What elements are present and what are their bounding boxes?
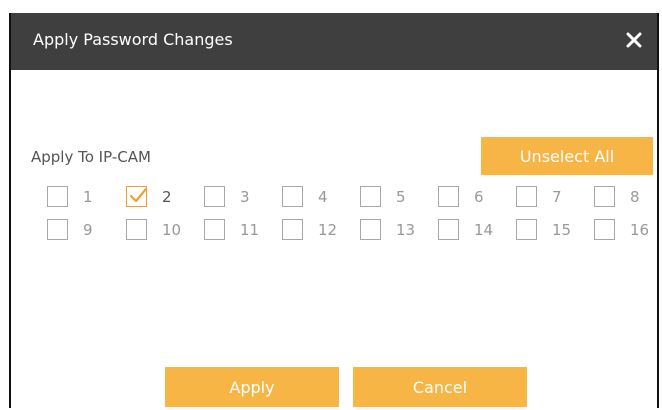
camera-number: 7 — [552, 187, 562, 206]
checkmark-icon — [129, 187, 148, 203]
camera-checkbox-1[interactable]: 1 — [47, 186, 93, 207]
checkbox[interactable] — [126, 219, 147, 240]
apply-password-dialog: Apply Password Changes Apply To IP-CAM U… — [9, 13, 659, 408]
checkbox[interactable] — [360, 186, 381, 207]
checkbox-checked[interactable] — [126, 186, 148, 207]
camera-checkbox-15[interactable]: 15 — [516, 219, 571, 240]
camera-checkbox-8[interactable]: 8 — [594, 186, 640, 207]
camera-checkbox-11[interactable]: 11 — [204, 219, 259, 240]
camera-number: 10 — [162, 220, 182, 239]
camera-number: 4 — [318, 187, 328, 206]
camera-number: 11 — [240, 220, 260, 239]
camera-checkbox-4[interactable]: 4 — [282, 186, 328, 207]
camera-checkbox-10[interactable]: 10 — [126, 219, 181, 240]
camera-checkbox-2[interactable]: 2 — [126, 186, 172, 207]
checkbox[interactable] — [204, 219, 225, 240]
checkbox[interactable] — [204, 186, 225, 207]
apply-to-ipcam-label: Apply To IP-CAM — [31, 148, 151, 166]
dialog-title: Apply Password Changes — [33, 30, 233, 49]
camera-checkbox-14[interactable]: 14 — [438, 219, 493, 240]
checkbox[interactable] — [282, 186, 303, 207]
checkbox[interactable] — [47, 219, 68, 240]
camera-number: 2 — [162, 187, 172, 206]
camera-checkbox-3[interactable]: 3 — [204, 186, 250, 207]
camera-checkbox-6[interactable]: 6 — [438, 186, 484, 207]
camera-number: 9 — [83, 220, 93, 239]
camera-number: 6 — [474, 187, 484, 206]
checkbox[interactable] — [594, 186, 615, 207]
camera-checkbox-7[interactable]: 7 — [516, 186, 562, 207]
camera-number: 12 — [318, 220, 338, 239]
checkbox[interactable] — [594, 219, 615, 240]
camera-number: 13 — [396, 220, 416, 239]
camera-number: 15 — [552, 220, 572, 239]
camera-checkbox-9[interactable]: 9 — [47, 219, 93, 240]
camera-checkbox-16[interactable]: 16 — [594, 219, 649, 240]
checkbox[interactable] — [516, 186, 537, 207]
dialog-titlebar: Apply Password Changes — [11, 13, 657, 70]
checkbox[interactable] — [438, 219, 459, 240]
camera-number: 16 — [630, 220, 650, 239]
checkbox[interactable] — [516, 219, 537, 240]
apply-button[interactable]: Apply — [165, 367, 339, 407]
checkbox[interactable] — [438, 186, 459, 207]
camera-checkbox-12[interactable]: 12 — [282, 219, 337, 240]
cancel-button[interactable]: Cancel — [353, 367, 527, 407]
camera-number: 1 — [83, 187, 93, 206]
unselect-all-button[interactable]: Unselect All — [481, 137, 653, 175]
camera-checkbox-5[interactable]: 5 — [360, 186, 406, 207]
camera-number: 5 — [396, 187, 406, 206]
camera-number: 3 — [240, 187, 250, 206]
checkbox[interactable] — [282, 219, 303, 240]
camera-number: 8 — [630, 187, 640, 206]
camera-checkbox-13[interactable]: 13 — [360, 219, 415, 240]
checkbox[interactable] — [47, 186, 68, 207]
camera-number: 14 — [474, 220, 494, 239]
close-icon[interactable] — [619, 25, 649, 55]
checkbox[interactable] — [360, 219, 381, 240]
